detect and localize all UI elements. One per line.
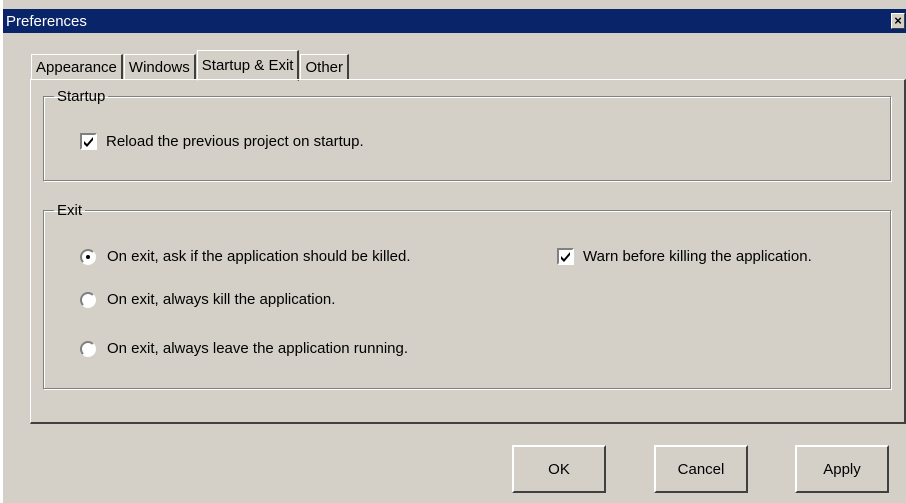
apply-button[interactable]: Apply [795, 445, 889, 493]
exit-option-label: On exit, ask if the application should b… [107, 248, 411, 265]
exit-option-label: On exit, always leave the application ru… [107, 340, 409, 357]
tab-other[interactable]: Other [300, 54, 349, 80]
tab-panel: Startup Reload the previous project on s… [30, 79, 906, 424]
tab-label: Other [305, 59, 343, 76]
exit-option-ask[interactable]: On exit, ask if the application should b… [80, 248, 411, 265]
exit-option-leave[interactable]: On exit, always leave the application ru… [80, 340, 408, 357]
exit-option-label: On exit, always kill the application. [107, 291, 336, 308]
checkmark-icon [84, 137, 93, 147]
exit-group: Exit On exit, ask if the application sho… [43, 202, 891, 389]
reload-label: Reload the previous project on startup. [106, 133, 364, 150]
window-title: Preferences [6, 12, 87, 30]
exit-legend: Exit [57, 202, 83, 219]
startup-group: Startup Reload the previous project on s… [43, 88, 891, 181]
radio-ask[interactable] [80, 248, 96, 265]
warn-label: Warn before killing the application. [583, 248, 812, 265]
warn-checkbox[interactable] [557, 248, 574, 265]
checkmark-icon [561, 252, 570, 262]
radio-leave[interactable] [80, 340, 96, 357]
tab-label: Windows [128, 59, 190, 76]
tab-label: Appearance [36, 59, 117, 76]
preferences-dialog: Preferences × Appearance Windows Startup… [2, 0, 906, 503]
radio-kill[interactable] [80, 291, 96, 308]
title-bar[interactable]: Preferences × [3, 9, 906, 33]
close-icon: × [894, 13, 902, 28]
tab-strip: Appearance Windows Startup & Exit Other [31, 49, 350, 81]
ok-button[interactable]: OK [512, 445, 606, 493]
close-button[interactable]: × [891, 13, 905, 29]
tab-startup-exit[interactable]: Startup & Exit [196, 50, 300, 81]
startup-legend: Startup [57, 88, 106, 105]
tab-label: Startup & Exit [201, 57, 294, 74]
cancel-button[interactable]: Cancel [654, 445, 748, 493]
tab-appearance[interactable]: Appearance [31, 54, 123, 80]
radio-selected-dot [86, 254, 90, 259]
warn-row[interactable]: Warn before killing the application. [557, 248, 812, 265]
reload-row[interactable]: Reload the previous project on startup. [80, 133, 364, 150]
tab-windows[interactable]: Windows [123, 54, 196, 80]
exit-option-kill[interactable]: On exit, always kill the application. [80, 291, 335, 308]
reload-checkbox[interactable] [80, 133, 97, 150]
